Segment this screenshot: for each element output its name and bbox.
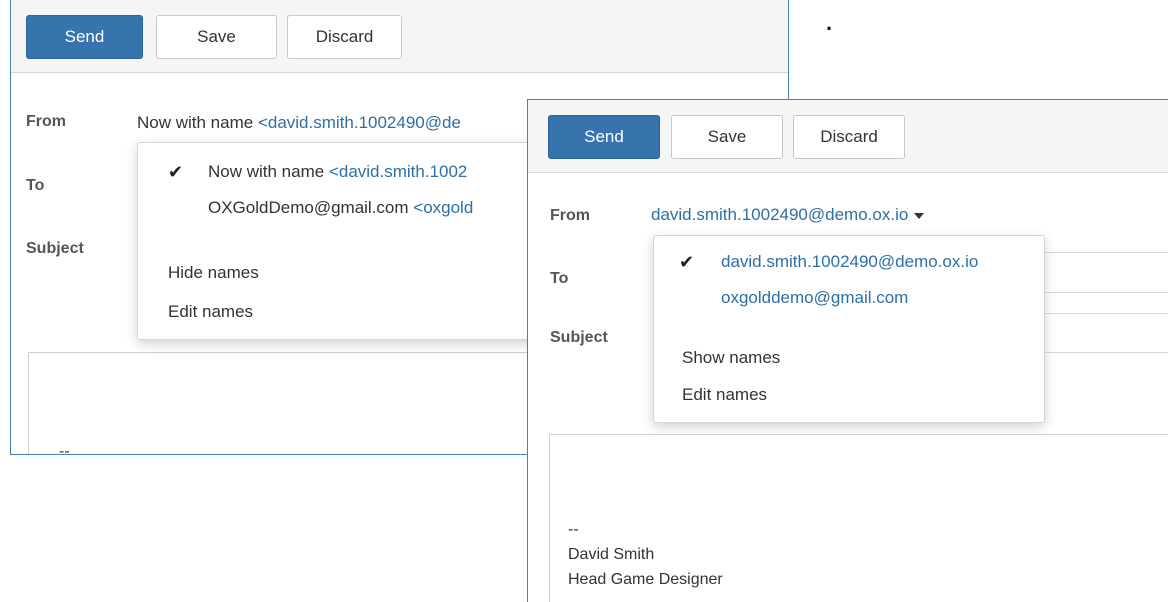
compose-toolbar: Send Save Discard <box>528 100 1168 173</box>
from-option[interactable]: oxgolddemo@gmail.com <box>654 285 1044 311</box>
subject-field-bottom <box>1043 352 1168 353</box>
hide-names-option[interactable]: Hide names <box>138 260 558 286</box>
save-button[interactable]: Save <box>671 115 783 159</box>
option-name: OXGoldDemo@gmail.com <box>208 198 414 217</box>
signature-name: David Smith <box>568 546 655 563</box>
discard-button[interactable]: Discard <box>287 15 402 59</box>
option-email: <oxgold <box>413 198 474 217</box>
from-selector[interactable]: david.smith.1002490@demo.ox.io <box>651 205 925 225</box>
to-field-bottom <box>1043 292 1168 293</box>
from-label: From <box>26 113 66 130</box>
send-button[interactable]: Send <box>548 115 660 159</box>
from-selector[interactable]: Now with name <david.smith.1002490@de <box>137 113 461 133</box>
to-label: To <box>550 270 569 287</box>
from-dropdown: ✔ Now with name <david.smith.1002 OXGold… <box>137 142 559 340</box>
save-button[interactable]: Save <box>156 15 277 59</box>
edit-names-option[interactable]: Edit names <box>654 382 1044 408</box>
option-email: <david.smith.1002 <box>328 162 468 181</box>
compose-window-front: Send Save Discard From david.smith.10024… <box>527 99 1168 602</box>
send-button[interactable]: Send <box>26 15 143 59</box>
subject-label: Subject <box>26 240 84 257</box>
from-label: From <box>550 207 590 224</box>
to-field-top <box>1043 252 1168 253</box>
option-email: david.smith.1002490@demo.ox.io <box>721 252 979 271</box>
option-email: oxgolddemo@gmail.com <box>721 288 909 307</box>
from-email: <david.smith.1002490@de <box>257 113 461 132</box>
from-option[interactable]: ✔ Now with name <david.smith.1002 <box>138 159 558 185</box>
from-email: david.smith.1002490@demo.ox.io <box>651 205 909 224</box>
option-name: Now with name <box>208 162 329 181</box>
checkmark-icon: ✔ <box>679 252 695 272</box>
from-dropdown: ✔ david.smith.1002490@demo.ox.io oxgoldd… <box>653 235 1045 423</box>
discard-button[interactable]: Discard <box>793 115 905 159</box>
caret-down-icon <box>914 212 925 219</box>
to-label: To <box>26 177 45 194</box>
subject-label: Subject <box>550 329 608 346</box>
edit-names-option[interactable]: Edit names <box>138 299 558 325</box>
from-option[interactable]: OXGoldDemo@gmail.com <oxgold <box>138 195 558 221</box>
from-name: Now with name <box>137 113 258 132</box>
compose-toolbar: Send Save Discard <box>11 0 788 73</box>
signature-title: Head Game Designer <box>568 571 723 588</box>
signature-dashes: -- <box>568 521 579 538</box>
checkmark-icon: ✔ <box>168 162 184 182</box>
show-names-option[interactable]: Show names <box>654 345 1044 371</box>
subject-field-top <box>1043 313 1168 314</box>
from-option[interactable]: ✔ david.smith.1002490@demo.ox.io <box>654 249 1044 275</box>
message-editor[interactable]: -- David Smith Head Game Designer <box>549 434 1168 602</box>
stray-dot: . <box>826 10 833 35</box>
signature-dashes: -- <box>59 443 70 455</box>
